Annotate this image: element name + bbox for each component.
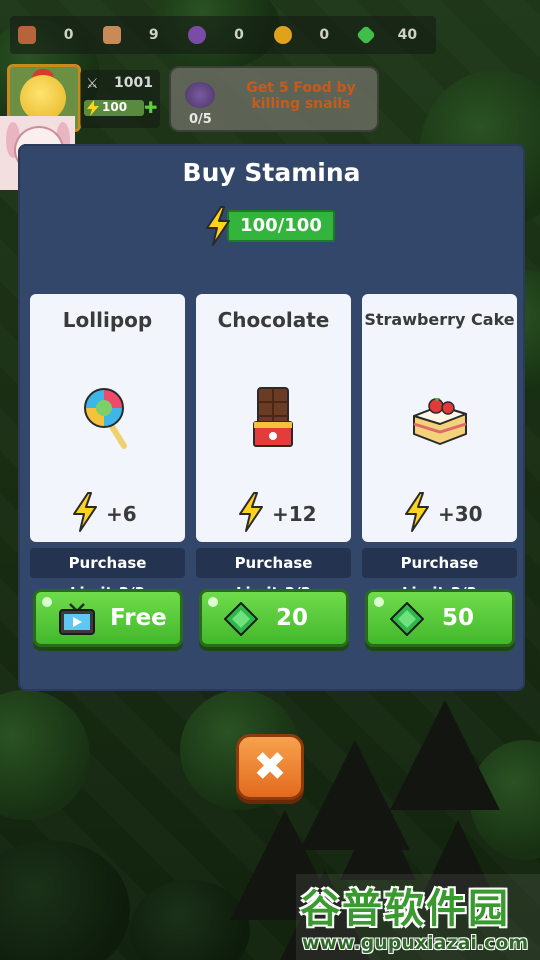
button-shine (374, 597, 384, 607)
chocolate-icon (252, 387, 293, 447)
resource-value: 0 (234, 27, 244, 43)
watermark-text: 谷普软件园 (300, 886, 510, 932)
lightning-icon (405, 492, 429, 532)
button-shine (208, 597, 218, 607)
lightning-icon (206, 206, 230, 246)
meat-icon (18, 26, 36, 44)
stamina-display: 100/100 (205, 206, 337, 246)
item-name: Strawberry Cake (364, 310, 515, 329)
tv-icon (59, 603, 95, 635)
stamina-value: 100/100 (240, 215, 322, 236)
lollipop-icon (83, 388, 127, 449)
close-button[interactable]: ✖ (236, 734, 304, 800)
resource-coin[interactable]: 0 (266, 26, 351, 44)
resource-value: 40 (397, 27, 418, 43)
resource-bar: 0 9 0 0 40 (10, 16, 436, 54)
button-label: Free (110, 605, 167, 631)
lightning-icon (73, 492, 97, 532)
button-label: 50 (442, 605, 475, 631)
stamina-gain: +30 (404, 492, 504, 532)
add-stamina-icon[interactable]: ✚ (144, 98, 157, 117)
resource-gem: 40 (351, 25, 436, 45)
buy-lollipop-button[interactable]: Free (33, 589, 183, 647)
gem-icon (355, 25, 376, 45)
button-label: 20 (276, 605, 309, 631)
close-icon: ✖ (253, 744, 287, 790)
resource-value: 0 (319, 27, 330, 43)
dialog-title: Buy Stamina (182, 158, 361, 187)
watermark: 谷普软件园 www.gupuxiazai.com (296, 874, 540, 960)
resource-meat: 0 (10, 26, 95, 44)
item-name: Chocolate (217, 308, 330, 332)
stamina-gain-value: +12 (272, 502, 317, 526)
stamina-mini-bar: 100 (84, 100, 144, 116)
stamina-gain: +12 (238, 492, 338, 532)
item-card-strawberry-cake: Strawberry Cake +30 (362, 294, 517, 542)
stamina-mini-value: 100 (102, 100, 128, 114)
potion-icon (188, 26, 207, 44)
item-name: Lollipop (62, 308, 153, 332)
button-shine (42, 597, 52, 607)
buy-chocolate-button[interactable]: 20 (199, 589, 349, 647)
snail-icon (185, 82, 215, 108)
quest-text: Get 5 Food by killing snails (246, 80, 356, 112)
gem-icon (390, 602, 424, 636)
quest-progress: 0/5 (189, 112, 212, 127)
strawberry-cake-icon (412, 398, 467, 445)
stamina-bar: 100/100 (227, 210, 335, 242)
resource-potion: 0 (180, 26, 265, 44)
resource-value: 9 (148, 27, 159, 43)
stamina-gain-value: +30 (438, 502, 483, 526)
lightning-icon (87, 100, 99, 116)
resource-value: 0 (63, 27, 74, 43)
resource-drumstick: 9 (95, 26, 180, 44)
gem-icon (224, 602, 258, 636)
drumstick-icon (103, 26, 122, 44)
player-stats: ⚔ 1001 100 ✚ (80, 70, 160, 128)
watermark-url: www.gupuxiazai.com (302, 932, 529, 954)
purchase-limit: Purchase Limit:3/3 (362, 548, 517, 602)
chicken-icon (20, 75, 66, 121)
lightning-icon (239, 492, 263, 532)
stamina-gain: +6 (72, 492, 172, 532)
buy-strawberry-cake-button[interactable]: 50 (365, 589, 515, 647)
purchase-limit: Purchase Limit:3/3 (196, 548, 351, 602)
combat-power: 1001 (114, 75, 153, 91)
purchase-limit: Purchase Limit:3/3 (30, 548, 185, 602)
coin-plus-icon (273, 26, 292, 44)
item-card-lollipop: Lollipop +6 (30, 294, 185, 542)
stamina-gain-value: +6 (106, 502, 137, 526)
item-card-chocolate: Chocolate +12 (196, 294, 351, 542)
crossed-swords-icon: ⚔ (86, 76, 99, 92)
quest-panel[interactable]: 0/5 Get 5 Food by killing snails (169, 66, 379, 132)
